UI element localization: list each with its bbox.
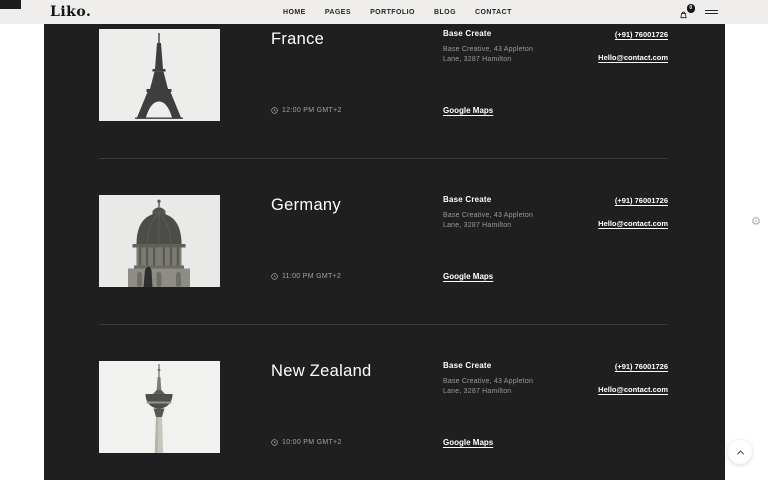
- chevron-up-icon: [736, 450, 743, 457]
- local-time: 10:00 PM GMT+2: [271, 439, 342, 446]
- company-name: Base Create: [443, 195, 573, 204]
- clock-icon: [271, 439, 278, 446]
- company-name: Base Create: [443, 361, 573, 370]
- location-title: New Zealand: [271, 362, 372, 381]
- address-line-2: Lane, 3287 Hamilton: [443, 387, 573, 397]
- cart-button[interactable]: 0: [679, 5, 694, 19]
- email-link[interactable]: Hello@contact.com: [598, 53, 668, 62]
- nav-item-blog[interactable]: BLOG: [434, 9, 456, 16]
- local-time-text: 10:00 PM GMT+2: [282, 439, 342, 446]
- nav-item-home[interactable]: HOME: [283, 9, 306, 16]
- nav-item-pages[interactable]: PAGES: [325, 9, 351, 16]
- company-name: Base Create: [443, 29, 573, 38]
- main-nav: HOME PAGES PORTFOLIO BLOG CONTACT: [283, 0, 512, 24]
- location-title: Germany: [271, 196, 341, 215]
- cart-count-badge: 0: [687, 4, 696, 13]
- address-line-1: Base Creative, 43 Appleton: [443, 211, 573, 221]
- berlin-dome-photo: [99, 195, 220, 287]
- location-title: France: [271, 30, 324, 49]
- eiffel-tower-photo: [99, 29, 220, 121]
- google-maps-link[interactable]: Google Maps: [443, 438, 493, 447]
- phone-link[interactable]: (+91) 76001726: [598, 196, 668, 205]
- local-time: 11:00 PM GMT+2: [271, 273, 341, 280]
- site-logo[interactable]: Liko.: [50, 4, 91, 20]
- header-actions: 0: [679, 0, 718, 24]
- nav-item-contact[interactable]: CONTACT: [475, 9, 512, 16]
- clock-icon: [271, 107, 278, 114]
- address-line-2: Lane, 3287 Hamilton: [443, 55, 573, 65]
- phone-link[interactable]: (+91) 76001726: [598, 30, 668, 39]
- section-divider: [99, 324, 668, 325]
- hamburger-menu-button[interactable]: [705, 9, 718, 15]
- contact-links: (+91) 76001726 Hello@contact.com: [598, 196, 668, 228]
- scroll-to-top-button[interactable]: [728, 440, 752, 464]
- local-time: 12:00 PM GMT+2: [271, 107, 342, 114]
- section-divider: [99, 158, 668, 159]
- location-section-new-zealand: New Zealand 10:00 PM GMT+2 Base Create B…: [44, 361, 725, 480]
- office-info: Base Create Base Creative, 43 Appleton L…: [443, 195, 573, 231]
- nav-item-portfolio[interactable]: PORTFOLIO: [370, 9, 415, 16]
- shopping-bag-icon: [679, 10, 688, 19]
- local-time-text: 12:00 PM GMT+2: [282, 107, 342, 114]
- contact-links: (+91) 76001726 Hello@contact.com: [598, 362, 668, 394]
- top-left-dark-strip: [0, 0, 21, 9]
- local-time-text: 11:00 PM GMT+2: [282, 273, 341, 280]
- contact-locations-panel: France 12:00 PM GMT+2 Base Create Base C…: [44, 24, 725, 480]
- address-line-1: Base Creative, 43 Appleton: [443, 45, 573, 55]
- google-maps-link[interactable]: Google Maps: [443, 106, 493, 115]
- auckland-sky-tower-photo: [99, 361, 220, 453]
- phone-link[interactable]: (+91) 76001726: [598, 362, 668, 371]
- location-section-germany: Germany 11:00 PM GMT+2 Base Create Base …: [44, 195, 725, 325]
- settings-gear-button[interactable]: ⚙: [748, 214, 764, 230]
- contact-links: (+91) 76001726 Hello@contact.com: [598, 30, 668, 62]
- gear-icon: ⚙: [751, 216, 761, 228]
- site-header: Liko. HOME PAGES PORTFOLIO BLOG CONTACT …: [0, 0, 768, 24]
- location-section-france: France 12:00 PM GMT+2 Base Create Base C…: [44, 29, 725, 159]
- address-line-1: Base Creative, 43 Appleton: [443, 377, 573, 387]
- office-info: Base Create Base Creative, 43 Appleton L…: [443, 361, 573, 397]
- office-info: Base Create Base Creative, 43 Appleton L…: [443, 29, 573, 65]
- address-line-2: Lane, 3287 Hamilton: [443, 221, 573, 231]
- email-link[interactable]: Hello@contact.com: [598, 385, 668, 394]
- google-maps-link[interactable]: Google Maps: [443, 272, 493, 281]
- clock-icon: [271, 273, 278, 280]
- email-link[interactable]: Hello@contact.com: [598, 219, 668, 228]
